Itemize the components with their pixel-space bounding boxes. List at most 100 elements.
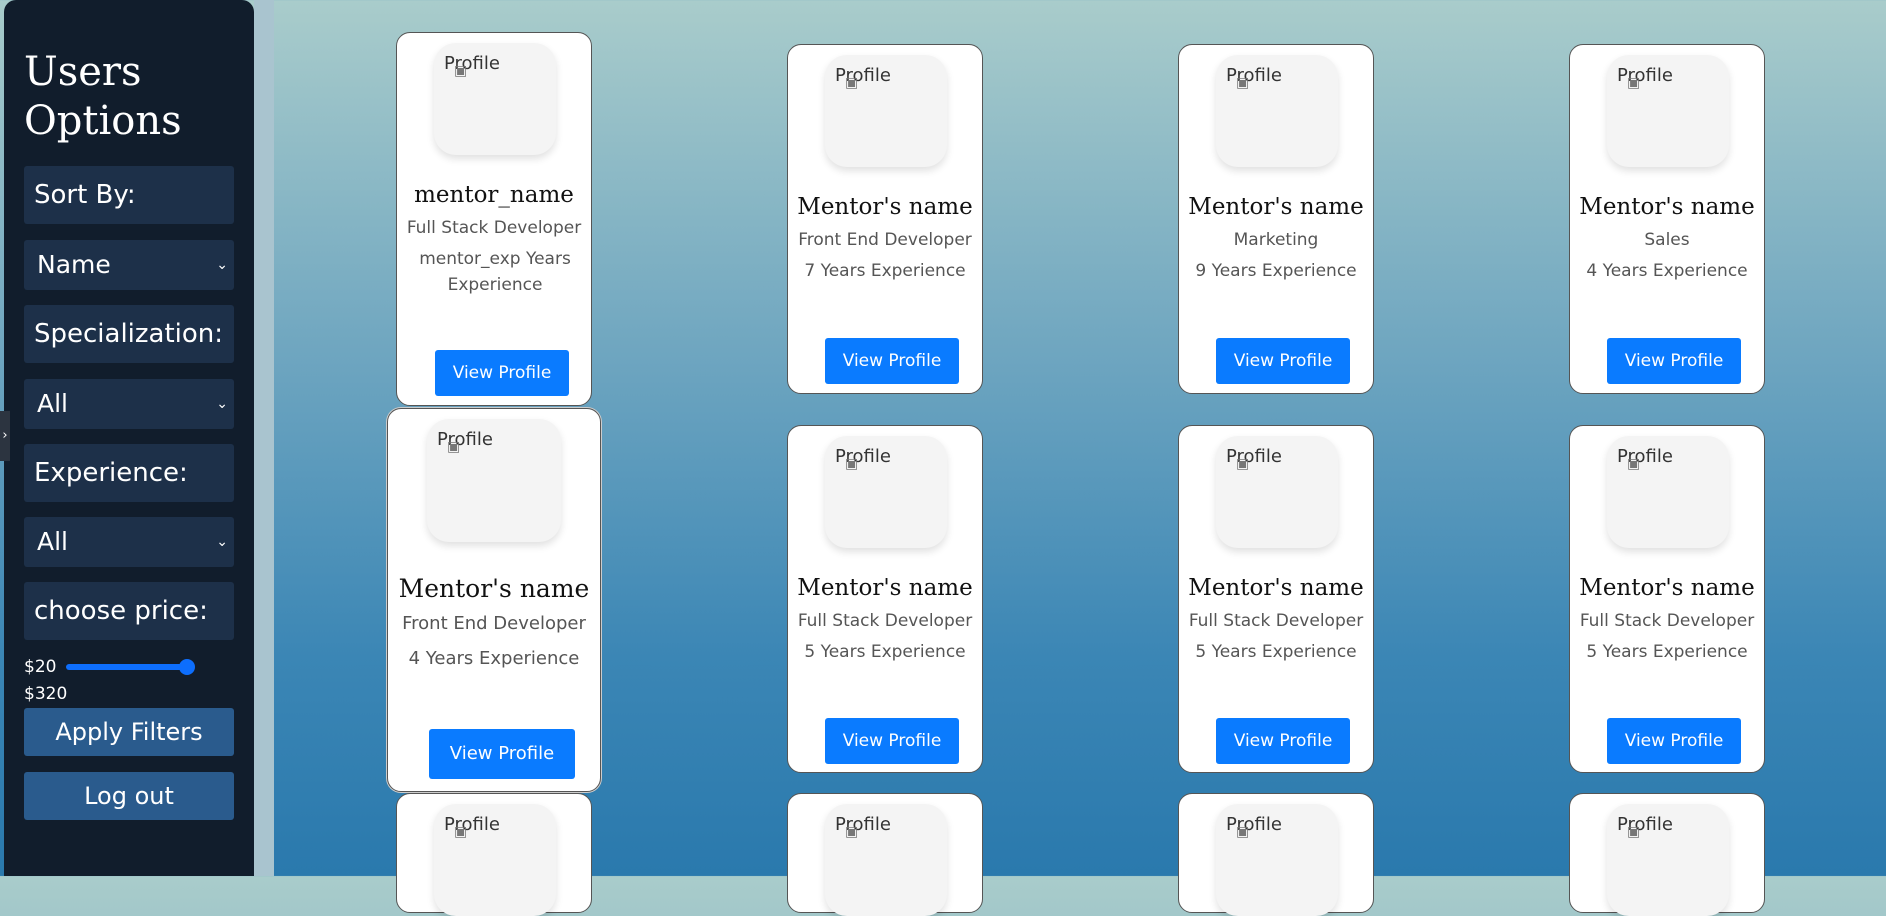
profile-image-alt: ▣ Profile	[835, 446, 891, 472]
mentor-card: ▣ Profile Mentor's name Full Stack Develo…	[1178, 425, 1374, 773]
profile-image: ▣ Profile	[825, 436, 947, 548]
broken-image-icon: ▣	[454, 63, 468, 79]
experience-select[interactable]: All ⌄	[24, 517, 234, 567]
mentor-card: ▣ Profile Mentor's name Full Stack Develo…	[1569, 425, 1765, 773]
mentor-experience: 5 Years Experience	[804, 642, 966, 662]
mentor-role: Full Stack Developer	[797, 611, 973, 631]
profile-image-alt: ▣ Profile	[1226, 65, 1282, 91]
mentor-role: Full Stack Developer	[1188, 611, 1364, 631]
sidebar: Users Options Sort By: Name ⌄ Specializa…	[4, 0, 254, 876]
mentor-role: Front End Developer	[402, 613, 586, 634]
specialization-select[interactable]: All ⌄	[24, 379, 234, 429]
profile-image: ▣ Profile	[434, 804, 556, 916]
profile-image: ▣ Profile	[427, 419, 561, 542]
mentor-name: Mentor's name	[797, 194, 973, 220]
mentor-role: Full Stack Developer	[406, 218, 582, 238]
price-label: choose price:	[24, 582, 234, 640]
profile-image: ▣ Profile	[1607, 55, 1729, 167]
profile-image: ▣ Profile	[1607, 436, 1729, 548]
mentor-card: ▣ Profile	[1569, 793, 1765, 916]
sidebar-gutter	[254, 0, 274, 876]
profile-image: ▣ Profile	[825, 55, 947, 167]
mentor-experience: mentor_exp Years Experience	[419, 249, 571, 295]
broken-image-icon: ▣	[845, 456, 859, 472]
profile-image-alt: ▣ Profile	[835, 814, 891, 840]
mentor-name: Mentor's name	[1579, 575, 1755, 601]
broken-image-icon: ▣	[1236, 824, 1250, 840]
view-profile-button[interactable]: View Profile	[1216, 718, 1350, 764]
mentor-experience: 7 Years Experience	[804, 261, 966, 281]
mentor-experience: 4 Years Experience	[408, 648, 580, 669]
sort-by-select[interactable]: Name ⌄	[24, 240, 234, 290]
mentor-role: Sales	[1644, 230, 1690, 250]
mentor-name: mentor_name	[414, 182, 574, 208]
mentor-name: Mentor's name	[1579, 194, 1755, 220]
mentor-card: ▣ Profile Mentor's name Full Stack Develo…	[787, 425, 983, 773]
mentor-experience: 5 Years Experience	[1586, 642, 1748, 662]
profile-image: ▣ Profile	[825, 804, 947, 916]
mentor-name: Mentor's name	[797, 575, 973, 601]
view-profile-button[interactable]: View Profile	[1607, 338, 1741, 384]
mentor-role: Front End Developer	[798, 230, 972, 250]
price-slider-thumb[interactable]	[179, 659, 195, 675]
specialization-label: Specialization:	[24, 305, 234, 363]
sidebar-title: Users Options	[24, 49, 182, 144]
chevron-down-icon: ⌄	[216, 257, 228, 273]
view-profile-button[interactable]: View Profile	[1607, 718, 1741, 764]
mentor-name: Mentor's name	[1188, 575, 1364, 601]
mentor-name: Mentor's name	[398, 574, 590, 603]
apply-filters-button[interactable]: Apply Filters	[24, 708, 234, 756]
broken-image-icon: ▣	[1236, 75, 1250, 91]
logout-button[interactable]: Log out	[24, 772, 234, 820]
sort-by-label: Sort By:	[24, 166, 234, 224]
mentor-card: ▣ Profile Mentor's name Marketing 9 Years…	[1178, 44, 1374, 394]
profile-image-alt: ▣ Profile	[1226, 814, 1282, 840]
view-profile-button[interactable]: View Profile	[825, 718, 959, 764]
experience-value: All	[37, 527, 68, 556]
broken-image-icon: ▣	[845, 75, 859, 91]
profile-image-alt: ▣ Profile	[444, 814, 500, 840]
mentor-role: Marketing	[1233, 230, 1319, 250]
profile-image-alt: ▣ Profile	[835, 65, 891, 91]
mentor-card: ▣ Profile	[1178, 793, 1374, 916]
chevron-down-icon: ⌄	[216, 534, 228, 550]
expand-handle-icon[interactable]: ›	[0, 411, 10, 461]
profile-image: ▣ Profile	[1216, 436, 1338, 548]
sort-by-value: Name	[37, 250, 111, 279]
view-profile-button[interactable]: View Profile	[429, 729, 575, 779]
profile-image-alt: ▣ Profile	[1617, 65, 1673, 91]
price-slider-track[interactable]	[66, 664, 192, 670]
mentor-name: Mentor's name	[1188, 194, 1364, 220]
broken-image-icon: ▣	[845, 824, 859, 840]
broken-image-icon: ▣	[447, 439, 461, 455]
mentor-card: ▣ Profile	[787, 793, 983, 916]
profile-image-alt: ▣ Profile	[1617, 814, 1673, 840]
profile-image-alt: ▣ Profile	[1617, 446, 1673, 472]
mentor-role: Full Stack Developer	[1579, 611, 1755, 631]
broken-image-icon: ▣	[1627, 824, 1641, 840]
mentor-card: ▣ Profile mentor_name Full Stack Develope…	[396, 32, 592, 406]
profile-image: ▣ Profile	[1607, 804, 1729, 916]
chevron-down-icon: ⌄	[216, 396, 228, 412]
view-profile-button[interactable]: View Profile	[825, 338, 959, 384]
broken-image-icon: ▣	[1627, 75, 1641, 91]
mentor-experience: 4 Years Experience	[1586, 261, 1748, 281]
price-max-label: $320	[24, 684, 68, 704]
profile-image: ▣ Profile	[434, 43, 556, 155]
mentor-experience: 5 Years Experience	[1195, 642, 1357, 662]
mentor-card: ▣ Profile	[396, 793, 592, 916]
mentor-experience: 9 Years Experience	[1195, 261, 1357, 281]
specialization-value: All	[37, 389, 68, 418]
view-profile-button[interactable]: View Profile	[1216, 338, 1350, 384]
broken-image-icon: ▣	[1236, 456, 1250, 472]
profile-image: ▣ Profile	[1216, 55, 1338, 167]
experience-label: Experience:	[24, 444, 234, 502]
profile-image-alt: ▣ Profile	[1226, 446, 1282, 472]
profile-image-alt: ▣ Profile	[437, 429, 493, 455]
profile-image: ▣ Profile	[1216, 804, 1338, 916]
profile-image-alt: ▣ Profile	[444, 53, 500, 79]
mentor-card: ▣ Profile Mentor's name Front End Develop…	[787, 44, 983, 394]
mentor-card: ▣ Profile Mentor's name Front End Develop…	[387, 408, 601, 792]
broken-image-icon: ▣	[454, 824, 468, 840]
view-profile-button[interactable]: View Profile	[435, 350, 569, 396]
